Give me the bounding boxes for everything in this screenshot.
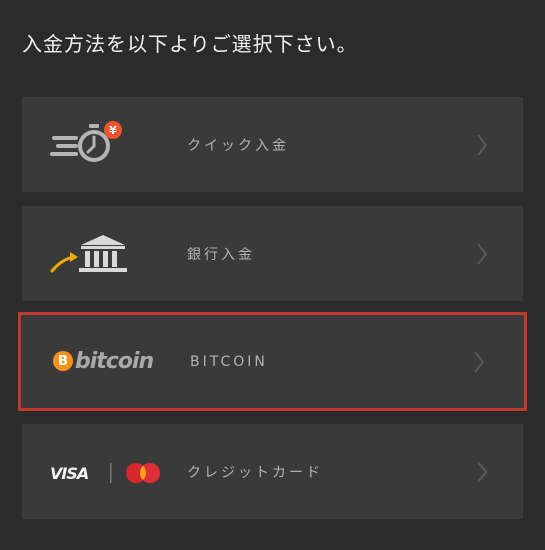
bitcoin-symbol-icon: B [53, 351, 73, 371]
option-bank-deposit[interactable]: 銀行入金 [22, 206, 523, 301]
visa-logo-text: VISA [50, 464, 89, 483]
bitcoin-wordmark: bitcoin [75, 348, 154, 374]
option-label: BITCOIN [190, 353, 268, 370]
page-title: 入金方法を以下よりご選択下さい。 [22, 32, 358, 56]
bank-transfer-icon [50, 234, 127, 272]
option-quick-deposit[interactable]: ¥ クイック入金 [22, 97, 523, 192]
chevron-right-icon [477, 133, 488, 156]
chevron-right-icon [477, 460, 488, 483]
divider [110, 462, 112, 483]
chevron-right-icon [477, 242, 488, 265]
svg-text:¥: ¥ [109, 124, 117, 137]
bitcoin-logo: B bitcoin [53, 337, 163, 387]
option-credit-card[interactable]: VISA クレジットカード [22, 424, 523, 519]
option-label: クイック入金 [187, 137, 289, 154]
quick-deposit-timer-yen-icon: ¥ [50, 120, 122, 162]
option-label: クレジットカード [187, 464, 323, 481]
option-label: 銀行入金 [187, 246, 255, 263]
option-bitcoin[interactable]: B bitcoin BITCOIN [18, 312, 527, 411]
deposit-method-page: 入金方法を以下よりご選択下さい。 ¥ クイック入金 銀行入金 B bitcoin… [0, 0, 545, 550]
chevron-right-icon [474, 350, 485, 373]
visa-mastercard-icon: VISA [50, 462, 160, 483]
